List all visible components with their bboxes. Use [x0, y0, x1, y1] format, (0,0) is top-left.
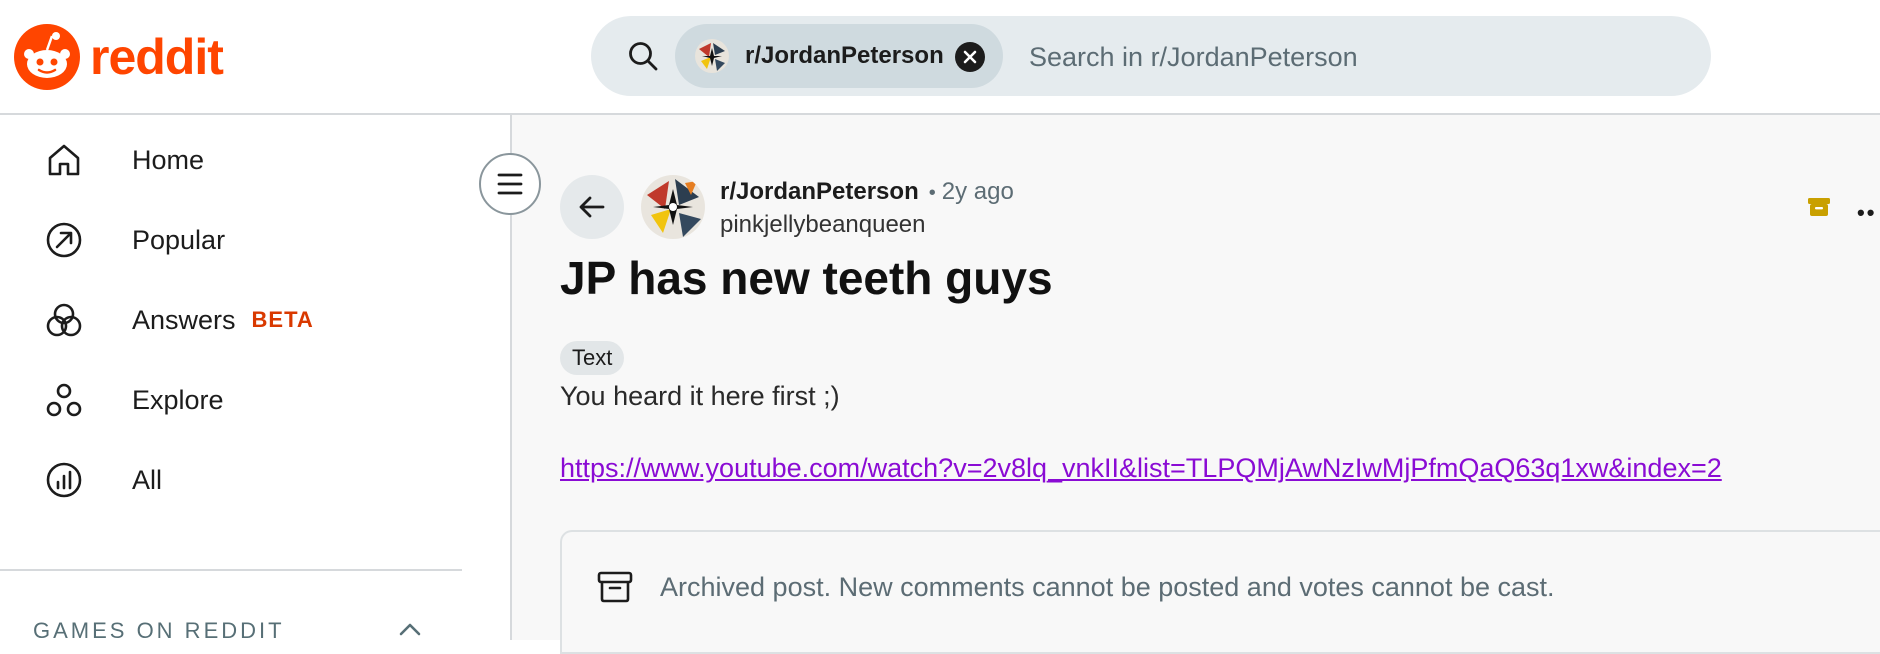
more-options-icon[interactable]: •• [1857, 200, 1876, 226]
subreddit-avatar[interactable] [641, 175, 705, 239]
reddit-logo[interactable]: reddit [14, 24, 224, 90]
answers-icon [46, 303, 82, 337]
subreddit-link[interactable]: r/JordanPeterson [720, 178, 919, 206]
sidebar-item-label: Popular [132, 224, 226, 255]
archived-notice: Archived post. New comments cannot be po… [560, 530, 1880, 654]
sidebar-item-home[interactable]: Home [20, 125, 460, 195]
sidebar-item-popular[interactable]: Popular [20, 205, 460, 275]
sidebar-divider [0, 569, 462, 571]
post-meta: r/JordanPeterson • 2y ago [720, 178, 1014, 206]
all-icon [46, 462, 82, 498]
post-age: 2y ago [941, 178, 1014, 205]
author-link[interactable]: pinkjellybeanqueen [720, 211, 926, 239]
post-body-link[interactable]: https://www.youtube.com/watch?v=2v8lq_vn… [560, 453, 1722, 484]
reddit-wordmark: reddit [90, 29, 224, 85]
explore-icon [46, 383, 82, 417]
sidebar-item-all[interactable]: All [20, 445, 460, 515]
archive-icon [597, 571, 633, 603]
sidebar-item-explore[interactable]: Explore [20, 365, 460, 435]
reddit-snoo-icon [14, 24, 80, 90]
sidebar-item-label: All [132, 464, 163, 495]
games-section-title[interactable]: GAMES ON REDDIT [33, 618, 285, 644]
sidebar-toggle-button[interactable] [479, 153, 541, 215]
search-input[interactable] [1027, 16, 1671, 98]
archived-notice-text: Archived post. New comments cannot be po… [660, 572, 1555, 602]
chevron-up-icon[interactable] [396, 615, 424, 643]
meta-separator: • [928, 182, 936, 204]
top-header: reddit r/JordanPeterson [0, 0, 1880, 115]
home-icon [48, 144, 80, 176]
hamburger-menu-icon [497, 173, 523, 195]
sidebar-item-label: Home [132, 144, 205, 175]
post-body-text: You heard it here first ;) [560, 381, 840, 411]
back-button[interactable] [560, 175, 624, 239]
post-title: JP has new teeth guys [560, 252, 1053, 304]
post-flair[interactable]: Text [560, 341, 625, 375]
archived-badge-icon [1808, 198, 1830, 216]
sidebar-item-label: Explore [132, 384, 224, 415]
beta-badge: BETA [251, 307, 314, 332]
subreddit-avatar [695, 39, 729, 73]
sidebar-item-label: Answers [132, 304, 236, 335]
subreddit-scope-chip[interactable]: r/JordanPeterson [675, 24, 1003, 88]
search-icon [629, 42, 658, 71]
subreddit-chip-label: r/JordanPeterson [745, 42, 944, 69]
clear-scope-icon[interactable] [955, 42, 985, 72]
sidebar-item-answers[interactable]: Answers BETA [20, 285, 460, 355]
popular-icon [46, 222, 82, 258]
left-sidebar: Home Popular Answers BETA Explore All GA… [0, 115, 510, 643]
post-content: r/JordanPeterson • 2y ago pinkjellybeanq… [512, 115, 1880, 654]
arrow-left-icon [579, 196, 605, 218]
search-bar[interactable]: r/JordanPeterson [591, 16, 1711, 98]
